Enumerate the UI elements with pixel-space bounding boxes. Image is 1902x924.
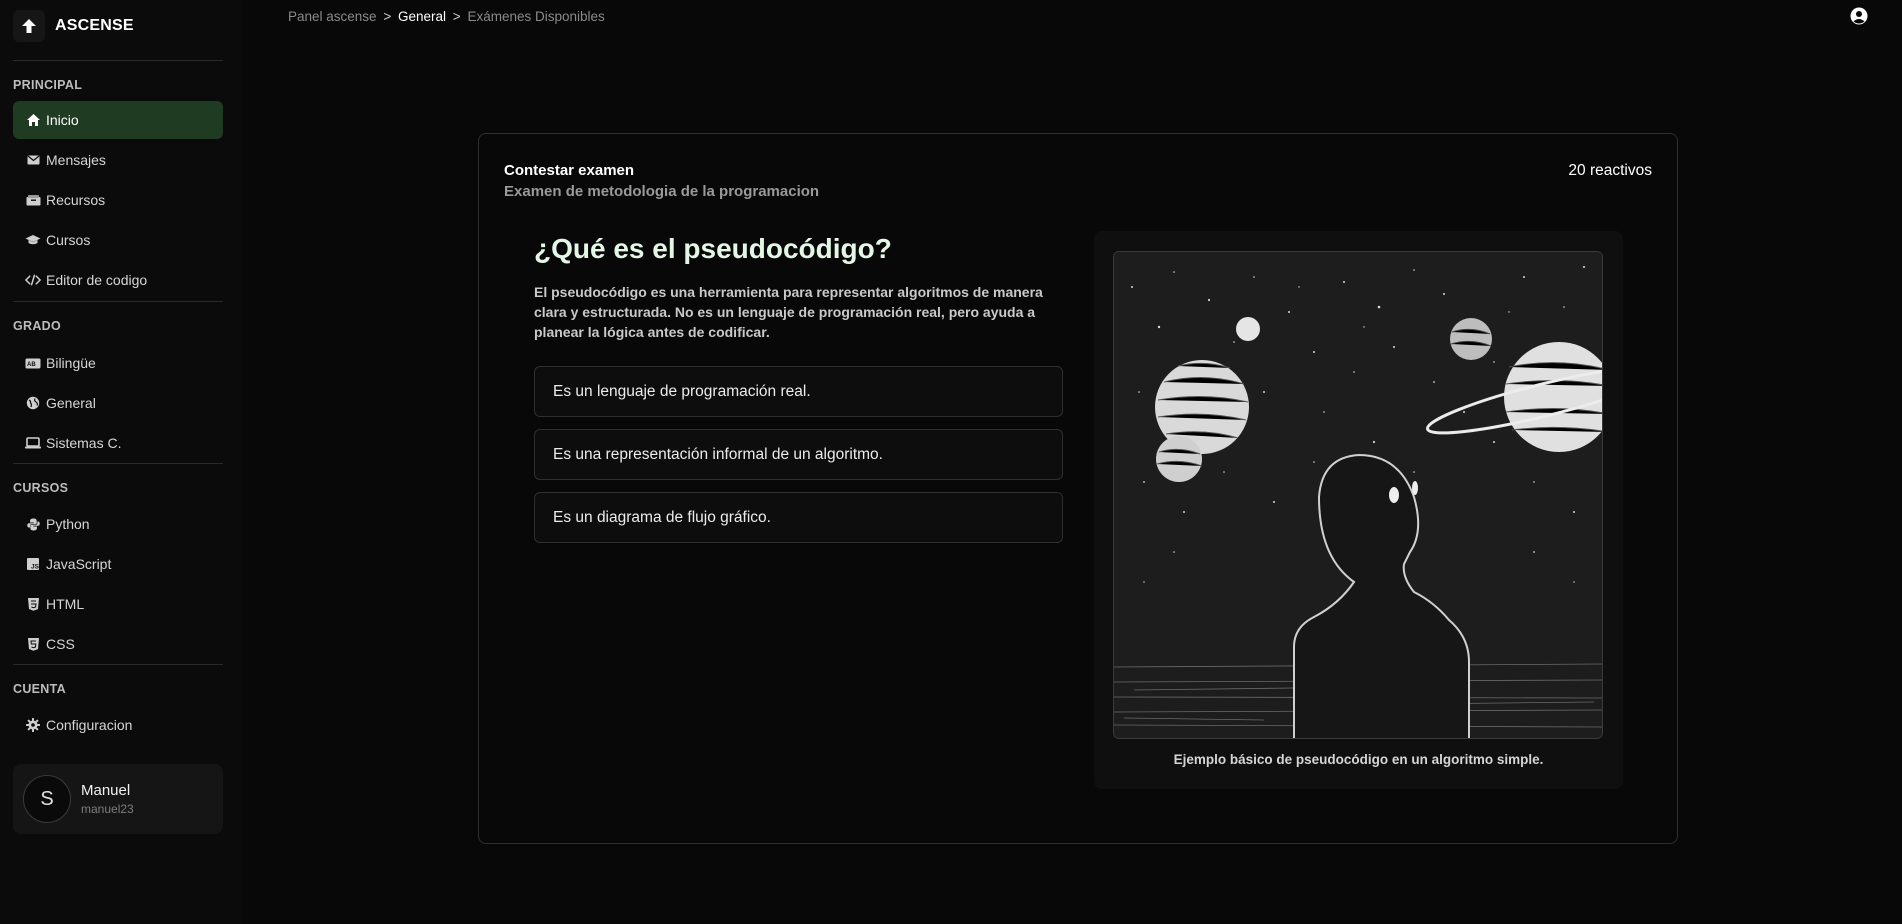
laptop-icon [25, 435, 41, 451]
code-icon [25, 272, 41, 288]
html5-icon [25, 596, 41, 612]
nav-item-css[interactable]: CSS [13, 625, 223, 663]
nav-item-inicio[interactable]: Inicio [13, 101, 223, 139]
breadcrumb-last: Exámenes Disponibles [467, 9, 605, 24]
nav-item-label: Configuracion [46, 717, 133, 733]
answer-option[interactable]: Es un lenguaje de programación real. [534, 366, 1063, 417]
exam-label: Contestar examen [504, 162, 635, 179]
nav-item-sistemas[interactable]: Sistemas C. [13, 424, 223, 462]
svg-text:JS: JS [31, 564, 39, 571]
user-handle: manuel23 [81, 802, 134, 816]
section-title-grado: GRADO [13, 319, 62, 333]
nav-item-label: CSS [46, 636, 75, 652]
exam-card: Contestar examen Examen de metodologia d… [478, 133, 1678, 844]
nav-item-general[interactable]: General [13, 384, 223, 422]
space-illustration [1113, 251, 1603, 739]
nav-item-html[interactable]: HTML [13, 585, 223, 623]
nav-item-recursos[interactable]: Recursos [13, 181, 223, 219]
nav-item-label: Cursos [46, 232, 91, 248]
divider [13, 60, 223, 61]
nav-item-label: JavaScript [46, 556, 112, 572]
nav-item-configuracion[interactable]: Configuracion [13, 706, 223, 744]
breadcrumb-separator: > [452, 9, 461, 24]
globe-icon [25, 395, 41, 411]
nav-item-label: Bilingüe [46, 355, 96, 371]
python-icon [25, 516, 41, 532]
id-card-icon: AB [25, 355, 41, 371]
nav-item-label: Python [46, 516, 90, 532]
nav-item-label: Editor de codigo [46, 272, 148, 288]
divider [13, 301, 223, 302]
question-figure: Ejemplo básico de pseudocódigo en un alg… [1094, 231, 1623, 789]
question-title: ¿Qué es el pseudocódigo? [534, 233, 892, 264]
breadcrumb-separator: > [383, 9, 392, 24]
nav-item-label: Inicio [46, 112, 79, 128]
nav-item-javascript[interactable]: JS JavaScript [13, 545, 223, 583]
question-count: 20 reactivos [1568, 162, 1652, 179]
brand-name: ASCENSE [55, 17, 134, 34]
home-icon [25, 112, 41, 128]
css3-icon [25, 636, 41, 652]
nav-item-bilingue[interactable]: AB Bilingüe [13, 344, 223, 382]
nav-item-cursos[interactable]: Cursos [13, 221, 223, 259]
divider [13, 664, 223, 665]
user-info: Manuel manuel23 [81, 782, 134, 816]
gear-icon [25, 717, 41, 733]
envelope-icon [25, 152, 41, 168]
avatar: S [23, 775, 71, 823]
javascript-icon: JS [25, 556, 41, 572]
nav-item-label: Recursos [46, 192, 106, 208]
breadcrumb-root[interactable]: Panel ascense [288, 9, 377, 24]
divider [13, 463, 223, 464]
nav-item-mensajes[interactable]: Mensajes [13, 141, 223, 179]
nav-item-label: HTML [46, 596, 85, 612]
nav-item-python[interactable]: Python [13, 505, 223, 543]
svg-text:AB: AB [27, 362, 36, 368]
nav-item-label: General [46, 395, 96, 411]
sidebar: ASCENSE PRINCIPAL Inicio Mensajes Recurs… [0, 0, 242, 924]
section-title-principal: PRINCIPAL [13, 78, 83, 92]
answer-option[interactable]: Es una representación informal de un alg… [534, 429, 1063, 480]
question-description: El pseudocódigo es una herramienta para … [534, 284, 1043, 340]
user-name: Manuel [81, 782, 131, 799]
graduation-cap-icon [25, 232, 41, 248]
section-title-cuenta: CUENTA [13, 682, 66, 696]
exam-name: Examen de metodologia de la programacion [504, 183, 820, 200]
box-icon [25, 192, 41, 208]
user-card[interactable]: S Manuel manuel23 [13, 764, 223, 834]
figure-caption: Ejemplo básico de pseudocódigo en un alg… [1173, 752, 1544, 767]
breadcrumb: Panel ascense > General > Exámenes Dispo… [288, 9, 605, 24]
nav-item-label: Sistemas C. [46, 435, 122, 451]
brand-logo-icon [13, 10, 45, 42]
answer-option[interactable]: Es un diagrama de flujo gráfico. [534, 492, 1063, 543]
breadcrumb-current[interactable]: General [398, 9, 446, 24]
nav-item-label: Mensajes [46, 152, 106, 168]
nav-item-editor-de-codigo[interactable]: Editor de codigo [13, 261, 223, 299]
user-account-icon[interactable] [1850, 7, 1868, 25]
brand[interactable]: ASCENSE [13, 9, 134, 43]
section-title-cursos: CURSOS [13, 481, 69, 495]
